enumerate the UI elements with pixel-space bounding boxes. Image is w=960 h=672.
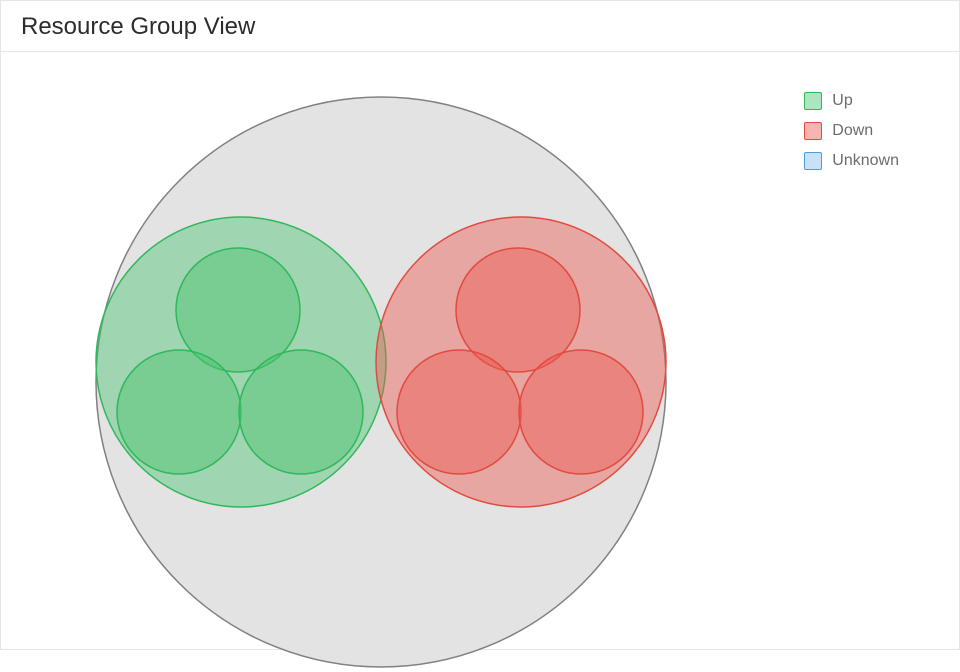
legend: Up Down Unknown [804,92,899,170]
legend-item-down[interactable]: Down [804,122,899,140]
legend-swatch-down [804,122,822,140]
title-bar: Resource Group View [1,1,959,52]
legend-label-up: Up [832,92,852,110]
widget-container: Resource Group View Up Down Unknown [0,0,960,650]
resource-down-2[interactable] [519,350,643,474]
resource-up-1[interactable] [117,350,241,474]
legend-item-unknown[interactable]: Unknown [804,152,899,170]
chart-area: Up Down Unknown [1,52,959,642]
legend-swatch-unknown [804,152,822,170]
resource-down-1[interactable] [397,350,521,474]
legend-swatch-up [804,92,822,110]
legend-item-up[interactable]: Up [804,92,899,110]
circle-pack-chart[interactable] [1,52,761,672]
legend-label-unknown: Unknown [832,152,899,170]
page-title: Resource Group View [21,13,939,41]
resource-up-2[interactable] [239,350,363,474]
legend-label-down: Down [832,122,873,140]
